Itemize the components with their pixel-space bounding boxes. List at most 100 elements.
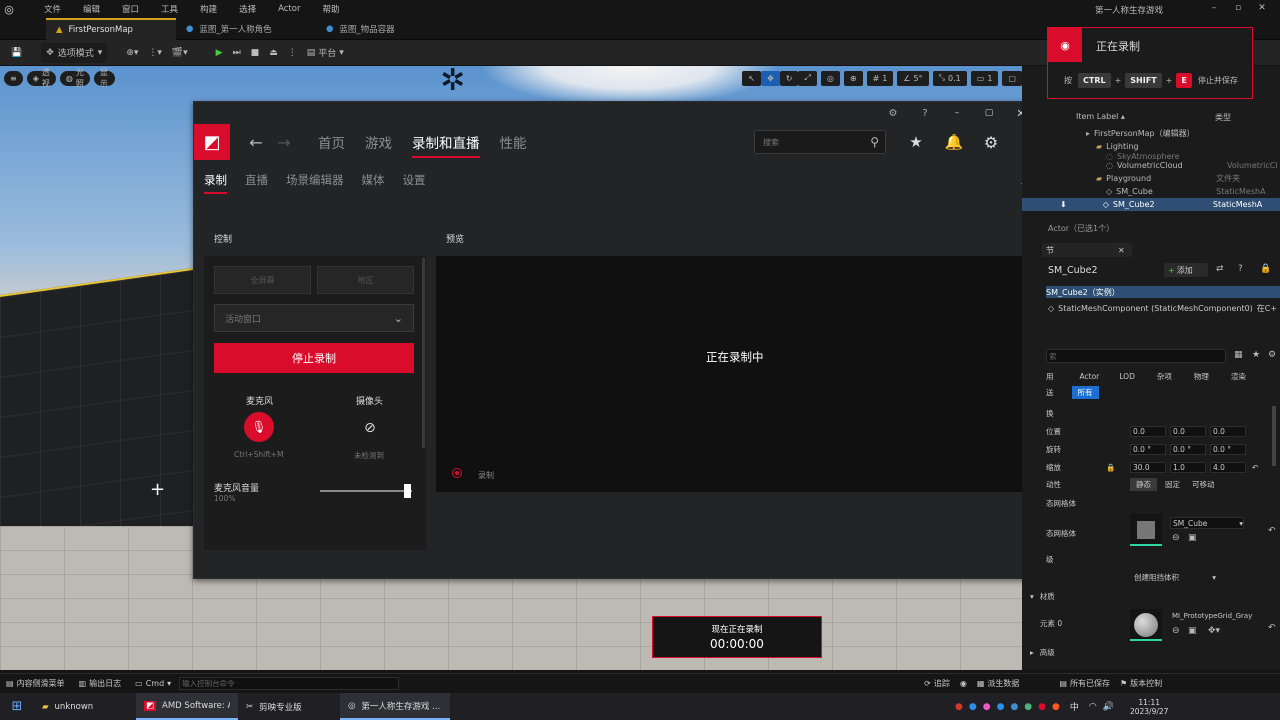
move-tool-icon[interactable]: ✥	[761, 70, 780, 86]
add-actor-icon[interactable]: ⊕▾	[121, 43, 143, 63]
blueprint-icon[interactable]: ⇄	[1216, 264, 1224, 274]
tab-blueprint-character[interactable]: ● 蓝图_第一人称角色	[176, 18, 316, 40]
scale-z[interactable]: 4.0	[1210, 461, 1246, 473]
menu-tools[interactable]: 工具	[161, 3, 178, 15]
region-button[interactable]: 地区	[317, 266, 414, 294]
nav-performance[interactable]: 性能	[500, 124, 527, 160]
scale-tool-icon[interactable]: ⤢	[798, 70, 817, 86]
rotation-snap-button[interactable]: ∠ 5°	[897, 70, 929, 86]
outliner-col-type[interactable]: 类型	[1215, 112, 1231, 123]
camera-speed-button[interactable]: ▭ 1	[970, 70, 999, 86]
taskbar-app-explorer[interactable]: ▰ unknown	[34, 693, 136, 720]
subtab-scene-editor[interactable]: 场景编辑器	[286, 166, 344, 194]
asset-use-icon[interactable]: ▣	[1188, 533, 1197, 543]
scale-label[interactable]: 缩放	[1046, 462, 1106, 473]
console-input[interactable]: 输入控制台命令	[179, 677, 400, 690]
component-link[interactable]: 在C+	[1257, 303, 1277, 314]
scale-x[interactable]: 30.0	[1130, 461, 1166, 473]
mic-volume-handle[interactable]	[404, 484, 411, 498]
advanced-section-header[interactable]: ▸ 高级	[1030, 646, 1280, 658]
collision-dropdown[interactable]: 创建阻挡体积 ▾	[1130, 571, 1220, 583]
platform-selector[interactable]: ▤ 平台 ▾	[302, 43, 349, 63]
component-row[interactable]: ◇ StaticMeshComponent (StaticMeshComponen…	[1048, 302, 1280, 314]
help-icon[interactable]: ?	[1238, 264, 1243, 274]
filter-actor[interactable]: Actor	[1080, 372, 1100, 381]
taskbar-app-capcut[interactable]: ✂ 剪映专业版	[238, 693, 340, 720]
maximize-icon[interactable]: ▢	[973, 108, 1005, 118]
blueprint-menu-icon[interactable]: ⋮▾	[143, 43, 167, 63]
save-icon[interactable]: 💾	[6, 43, 27, 63]
location-y[interactable]: 0.0	[1170, 425, 1206, 437]
subtab-settings[interactable]: 设置	[403, 166, 426, 194]
lock-icon[interactable]: 🔒	[1106, 463, 1130, 472]
outliner-row-playground[interactable]: ▰ Playground 文件夹	[1022, 172, 1280, 185]
save-all-icon[interactable]: ▤	[1059, 679, 1067, 688]
forward-arrow-icon[interactable]: →	[270, 133, 298, 152]
volume-icon[interactable]: 🔊	[1103, 702, 1114, 712]
outliner-row-map[interactable]: ▸ FirstPersonMap（编辑器）	[1022, 127, 1280, 140]
nav-home[interactable]: 首页	[318, 124, 345, 160]
rotation-x[interactable]: 0.0 °	[1130, 443, 1166, 455]
vcs-label[interactable]: 版本控制	[1130, 678, 1162, 689]
menu-actor[interactable]: Actor	[278, 4, 300, 14]
material-value[interactable]: MI_PrototypeGrid_Gray	[1172, 612, 1272, 620]
notifications-bell-icon[interactable]: 🔔	[944, 132, 964, 152]
outliner-row-sm-cube[interactable]: ◇ SM_Cube StaticMeshA	[1022, 185, 1280, 198]
maximize-icon[interactable]: ▫	[1232, 3, 1244, 13]
minimize-icon[interactable]: –	[941, 108, 973, 118]
control-scrollbar[interactable]	[422, 258, 425, 448]
details-tab[interactable]: 节 ✕	[1042, 243, 1132, 257]
tray-icon[interactable]: ●	[997, 702, 1005, 712]
show-button[interactable]: 显示	[93, 68, 116, 88]
outliner-col-label[interactable]: Item Label ▴	[1076, 112, 1125, 121]
microphone-toggle[interactable]: 🎙	[244, 412, 274, 442]
menu-select[interactable]: 选择	[239, 3, 256, 15]
static-mesh-section-header[interactable]: 态网格体	[1046, 498, 1076, 509]
perspective-button[interactable]: ◈ 透视	[26, 68, 56, 88]
menu-help[interactable]: 帮助	[322, 3, 339, 15]
subtab-stream[interactable]: 直播	[245, 166, 268, 194]
world-local-icon[interactable]: ⊕	[843, 70, 863, 86]
maximize-viewport-icon[interactable]: ▢	[1002, 70, 1022, 86]
step-icon[interactable]: ⏭	[228, 43, 246, 63]
mobility-stationary[interactable]: 固定	[1165, 479, 1180, 490]
filter-lod[interactable]: LOD	[1119, 372, 1135, 381]
ime-indicator[interactable]: 中	[1070, 700, 1079, 713]
favorites-star-icon[interactable]: ★	[906, 132, 926, 152]
select-tool-icon[interactable]: ↖	[742, 70, 762, 86]
reset-arrow-icon[interactable]: ↶	[1252, 463, 1258, 472]
tray-icon[interactable]: ●	[1052, 702, 1060, 712]
details-scrollbar[interactable]	[1272, 406, 1276, 466]
location-label[interactable]: 位置	[1046, 426, 1130, 437]
settings-gear-icon[interactable]: ⚙	[1268, 350, 1276, 360]
lock-icon[interactable]: 🔒	[1260, 264, 1271, 274]
subtab-media[interactable]: 媒体	[362, 166, 385, 194]
menu-edit[interactable]: 编辑	[83, 3, 100, 15]
taskbar-clock[interactable]: 11:11 2023/9/27	[1130, 698, 1168, 716]
derived-data-icon[interactable]: ▦	[977, 679, 985, 688]
tab-firstpersonmap[interactable]: ▲ FirstPersonMap	[46, 17, 176, 40]
scale-snap-button[interactable]: ⤡ 0.1	[932, 70, 967, 86]
scale-y[interactable]: 1.0	[1170, 461, 1206, 473]
location-z[interactable]: 0.0	[1210, 425, 1246, 437]
play-icon[interactable]: ▶	[211, 43, 228, 63]
minimize-icon[interactable]: –	[1208, 3, 1220, 13]
transform-section-header[interactable]: 换	[1046, 408, 1054, 419]
derived-data-label[interactable]: 派生数据	[987, 678, 1019, 689]
amd-search-input[interactable]: 搜索 ⚲	[754, 130, 886, 154]
nav-record-stream[interactable]: 录制和直播	[412, 124, 480, 160]
component-instance-row[interactable]: SM_Cube2（实例）	[1046, 286, 1280, 298]
filter-streaming[interactable]: 送	[1046, 387, 1054, 398]
more-options-icon[interactable]: ⋮	[283, 43, 302, 63]
tray-icon[interactable]: ●	[983, 702, 991, 712]
add-component-button[interactable]: + 添加	[1164, 263, 1208, 277]
nav-gaming[interactable]: 游戏	[365, 124, 392, 160]
filter-misc[interactable]: 杂项	[1157, 371, 1172, 382]
windows-start-icon[interactable]: ⊞	[0, 693, 34, 720]
saved-label[interactable]: 所有已保存	[1070, 678, 1110, 689]
stop-icon[interactable]: ■	[246, 43, 265, 63]
mode-selector[interactable]: ✥ 选项模式 ▾	[41, 42, 108, 63]
output-log-button[interactable]: ▥ 输出日志	[79, 678, 122, 689]
subtab-record[interactable]: 录制	[204, 166, 227, 194]
reset-arrow-icon[interactable]: ↶	[1268, 623, 1276, 633]
